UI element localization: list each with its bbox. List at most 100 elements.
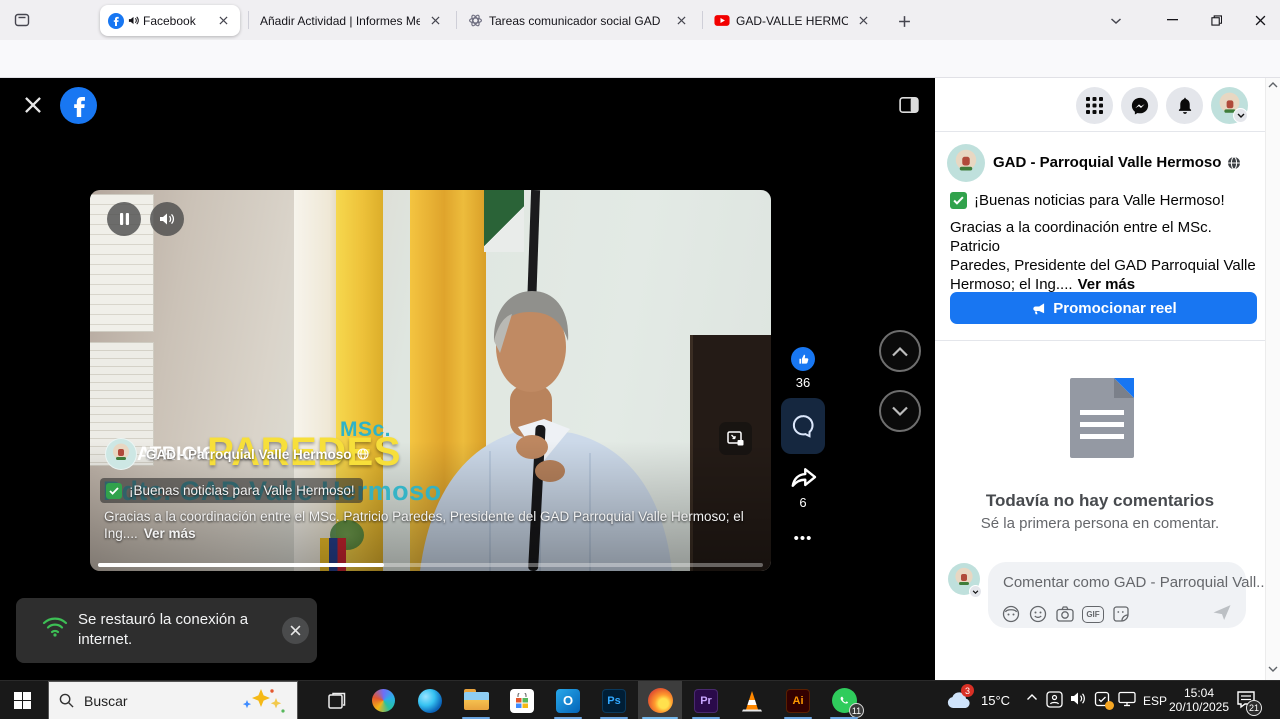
comment-button[interactable] [781, 398, 825, 454]
tab-tareas[interactable]: Tareas comunicador social GAD [460, 5, 698, 36]
see-more-link[interactable]: Ver más [144, 526, 196, 541]
video-page-row[interactable]: GAD - Parroquial Valle Hermoso [105, 438, 369, 470]
connection-toast: Se restauró la conexión a internet. [16, 598, 317, 663]
meet-now-icon[interactable] [1046, 691, 1063, 708]
video-headline-pill: ¡Buenas noticias para Valle Hermoso! [100, 478, 363, 503]
apps-grid-icon[interactable] [1076, 87, 1113, 124]
document-fold-blue [1114, 378, 1134, 398]
illustrator-icon[interactable]: Ai [776, 681, 820, 719]
language-indicator[interactable]: ESP [1143, 694, 1167, 708]
sticker-icon[interactable] [1111, 604, 1131, 624]
like-count[interactable]: 36 [779, 375, 827, 390]
sidebar-divider [935, 131, 1265, 132]
globe-icon [357, 448, 369, 460]
like-icon[interactable] [791, 347, 815, 371]
promote-reel-button[interactable]: Promocionar reel [950, 292, 1257, 324]
share-icon[interactable] [786, 462, 820, 492]
post-description: Gracias a la coordinación entre el MSc. … [950, 218, 1265, 294]
comment-composer[interactable]: Comentar como GAD - Parroquial Vall... G… [988, 562, 1246, 628]
weather-icon[interactable]: 3 [944, 687, 974, 713]
tab-close-icon[interactable] [672, 12, 690, 30]
next-reel-button[interactable] [879, 390, 921, 432]
description-line: Paredes, Presidente del GAD Parroquial V… [950, 256, 1265, 275]
close-reel-icon[interactable] [22, 94, 44, 116]
video-progress-track[interactable] [98, 563, 763, 567]
tab-informes[interactable]: Añadir Actividad | Informes Mensua [252, 5, 452, 36]
check-icon [950, 192, 967, 209]
notification-center-icon[interactable]: 21 [1236, 690, 1256, 709]
facebook-logo[interactable] [60, 87, 97, 124]
share-count[interactable]: 6 [779, 495, 827, 510]
search-placeholder[interactable]: Buscar [84, 693, 241, 709]
avatar-sticker-icon[interactable] [1001, 604, 1021, 624]
reel-video[interactable]: MSc. ATRICIO PAREDES Pdte. GAD Valle Her… [90, 190, 771, 571]
composer-avatar-chevron-icon[interactable] [969, 585, 982, 598]
tab-close-icon[interactable] [214, 12, 232, 30]
clock-time: 15:04 [1168, 686, 1230, 700]
page-avatar[interactable] [105, 438, 137, 470]
page-name-row[interactable]: GAD - Parroquial Valle Hermoso [993, 154, 1241, 171]
clock[interactable]: 15:04 20/10/2025 [1168, 686, 1230, 714]
window-close-button[interactable] [1240, 0, 1280, 40]
reel-stage: MSc. ATRICIO PAREDES Pdte. GAD Valle Her… [0, 78, 935, 680]
network-display-icon[interactable] [1118, 691, 1136, 707]
emoji-icon[interactable] [1028, 604, 1048, 624]
tray-chevron-icon[interactable] [1026, 693, 1038, 701]
whatsapp-badge: 11 [849, 703, 864, 718]
photoshop-icon[interactable]: Ps [592, 681, 636, 719]
previous-reel-button[interactable] [879, 330, 921, 372]
camera-icon[interactable] [1055, 604, 1075, 624]
outlook-icon[interactable]: O [546, 681, 590, 719]
file-explorer-icon[interactable] [454, 681, 498, 719]
window-restore-button[interactable] [1196, 0, 1236, 40]
volume-button[interactable] [150, 202, 184, 236]
scroll-down-icon[interactable] [1268, 666, 1278, 672]
send-comment-icon[interactable] [1212, 604, 1232, 621]
notification-badge: 21 [1246, 700, 1262, 716]
gif-icon[interactable]: GIF [1082, 606, 1104, 623]
microsoft-store-icon[interactable] [500, 681, 544, 719]
clock-date: 20/10/2025 [1168, 700, 1230, 714]
page-scrollbar[interactable] [1265, 78, 1280, 680]
start-button[interactable] [0, 681, 44, 719]
premiere-icon[interactable]: Pr [684, 681, 728, 719]
firefox-icon[interactable] [638, 681, 682, 719]
whatsapp-icon[interactable]: 11 [822, 681, 866, 719]
new-tab-button[interactable] [893, 10, 915, 32]
page-avatar[interactable] [947, 144, 985, 182]
windows-taskbar: Buscar O Ps Pr Ai 11 [0, 680, 1280, 719]
tab-divider [702, 11, 703, 29]
tab-close-icon[interactable] [426, 12, 444, 30]
temperature-label[interactable]: 15°C [981, 693, 1010, 708]
copilot-icon[interactable] [361, 681, 405, 719]
video-headline: ¡Buenas noticias para Valle Hermoso! [129, 483, 355, 498]
firefox-view-icon[interactable] [10, 9, 34, 31]
tab-divider [456, 11, 457, 29]
tab-facebook[interactable]: Facebook [100, 5, 240, 36]
profile-chevron-icon[interactable] [1233, 108, 1248, 123]
vlc-icon[interactable] [730, 681, 774, 719]
tab-youtube[interactable]: GAD-VALLE HERMOSO - YouTu [706, 5, 880, 36]
task-view-icon[interactable] [315, 681, 359, 719]
edge-icon[interactable] [408, 681, 452, 719]
panel-toggle-icon[interactable] [895, 91, 923, 119]
no-comments-icon [1070, 378, 1134, 458]
messenger-icon[interactable] [1121, 87, 1158, 124]
sync-tray-icon[interactable] [1094, 691, 1111, 708]
tab-audio-icon[interactable] [128, 15, 139, 26]
volume-tray-icon[interactable] [1070, 691, 1087, 706]
no-comments-title: Todavía no hay comentarios [935, 491, 1265, 511]
picture-in-picture-button[interactable] [719, 422, 752, 455]
video-page-name[interactable]: GAD - Parroquial Valle Hermoso [146, 447, 352, 462]
page-name[interactable]: GAD - Parroquial Valle Hermoso [993, 154, 1221, 171]
tab-close-icon[interactable] [854, 12, 872, 30]
notifications-bell-icon[interactable] [1166, 87, 1203, 124]
scroll-up-icon[interactable] [1268, 82, 1278, 88]
comment-input-placeholder[interactable]: Comentar como GAD - Parroquial Vall... [1003, 574, 1269, 591]
window-minimize-button[interactable] [1152, 0, 1192, 40]
tab-list-chevron-icon[interactable] [1104, 10, 1128, 32]
pause-button[interactable] [107, 202, 141, 236]
toast-close-icon[interactable] [282, 617, 309, 644]
more-options-icon[interactable]: ••• [779, 530, 827, 547]
taskbar-search-box[interactable]: Buscar [48, 681, 298, 719]
